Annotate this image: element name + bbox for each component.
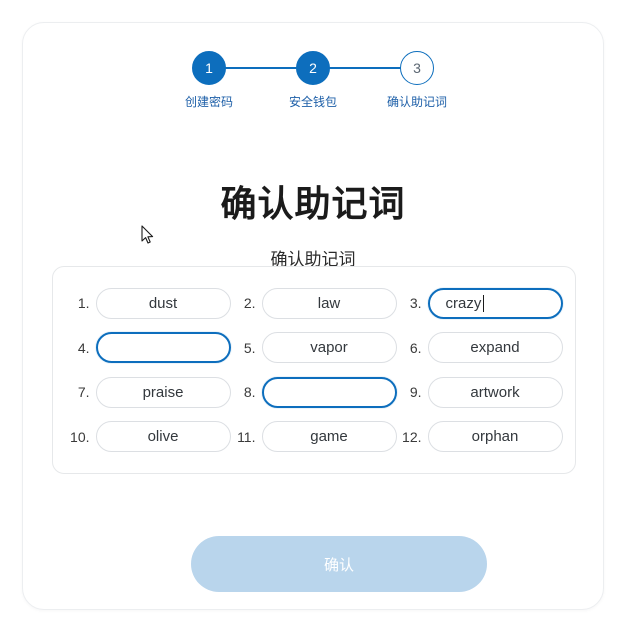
mnemonic-cell-3: 3. crazy [398, 287, 563, 319]
stepper-step-2-circle: 2 [296, 51, 330, 85]
mnemonic-index-1: 1. [77, 295, 90, 312]
mnemonic-input-10[interactable]: olive [95, 421, 231, 453]
stepper-step-3-label: 确认助记词 [386, 95, 447, 109]
mnemonic-index-9: 9. [409, 384, 422, 401]
page-title: 确认助记词 [220, 183, 406, 224]
mnemonic-index-7: 7. [77, 384, 90, 401]
stepper-step-2[interactable]: 2 安全钱包 [261, 49, 365, 110]
mnemonic-index-3: 3. [409, 295, 422, 312]
stepper-step-3[interactable]: 3 确认助记词 [365, 49, 469, 110]
stepper-step-1-circle-wrap: 1 [157, 49, 417, 87]
stepper-step-1-circle: 1 [192, 51, 226, 85]
stepper-step-1-label: 创建密码 [184, 95, 233, 109]
mnemonic-input-8[interactable] [261, 376, 397, 408]
mnemonic-index-11: 11. [237, 428, 256, 445]
mnemonic-index-12: 12. [402, 428, 422, 445]
mnemonic-cell-2: 2. law [232, 287, 397, 319]
stepper-step-3-circle: 3 [400, 51, 434, 85]
mnemonic-cell-4: 4. [66, 332, 231, 364]
mnemonic-input-7[interactable]: praise [95, 376, 231, 408]
mnemonic-input-2[interactable]: law [261, 287, 397, 319]
mnemonic-index-10: 10. [70, 428, 90, 445]
mnemonic-input-4[interactable] [95, 332, 231, 364]
mnemonic-input-1[interactable]: dust [95, 287, 231, 319]
mnemonic-cell-1: 1. dust [66, 287, 231, 319]
progress-stepper: 1 创建密码 2 安全钱包 3 确认助记词 [23, 49, 603, 110]
mnemonic-cell-9: 9. artwork [398, 376, 563, 408]
mnemonic-input-3[interactable]: crazy [427, 287, 563, 319]
mnemonic-cell-5: 5. vapor [232, 332, 397, 364]
mnemonic-input-5[interactable]: vapor [261, 332, 397, 364]
mnemonic-index-4: 4. [77, 339, 90, 356]
mnemonic-index-6: 6. [409, 339, 422, 356]
mnemonic-input-3-text: crazy [445, 294, 482, 312]
mnemonic-input-12[interactable]: orphan [427, 421, 563, 453]
mnemonic-index-8: 8. [243, 384, 256, 401]
mnemonic-cell-6: 6. expand [398, 332, 563, 364]
mnemonic-cell-11: 11. game [232, 421, 397, 453]
stepper-step-2-label: 安全钱包 [288, 95, 337, 109]
mnemonic-word-grid: 1. dust 2. law 3. crazy 4. 5. vapor 6. e… [52, 266, 576, 474]
mnemonic-cell-7: 7. praise [66, 376, 231, 408]
mnemonic-index-5: 5. [243, 339, 256, 356]
mnemonic-cell-8: 8. [232, 376, 397, 408]
stepper-step-1[interactable]: 1 创建密码 [157, 49, 417, 110]
mnemonic-cell-10: 10. olive [66, 421, 231, 453]
text-caret [483, 294, 485, 312]
mnemonic-input-9[interactable]: artwork [427, 376, 563, 408]
mnemonic-cell-12: 12. orphan [398, 421, 563, 453]
confirm-button[interactable]: 确认 [191, 536, 487, 592]
onboarding-card: 1 创建密码 2 安全钱包 3 确认助记词 确认助记词 确认助记词 1. dus… [22, 22, 604, 610]
mnemonic-input-6[interactable]: expand [427, 332, 563, 364]
mnemonic-input-11[interactable]: game [261, 421, 397, 453]
mnemonic-index-2: 2. [243, 295, 256, 312]
